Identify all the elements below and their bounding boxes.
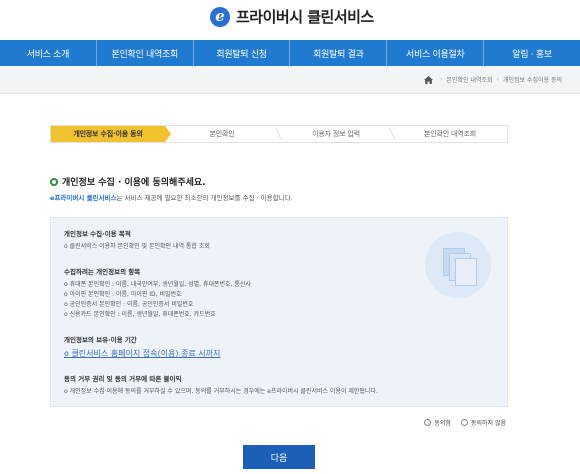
step-label: 본인확인 내역조회 <box>424 130 476 138</box>
agree-no-radio[interactable] <box>460 419 468 426</box>
breadcrumb-item-history[interactable]: 본인확인 내역조회 <box>447 75 493 84</box>
collected-item: o 아이핀 본인확인 : 이름, 아이핀 ID, 비밀번호 <box>64 291 182 298</box>
nav-item-procedure[interactable]: 서비스 이용절차 <box>387 40 485 66</box>
period-title: 개인정보의 보유·이용 기간 <box>64 336 137 344</box>
period-link[interactable]: o 클린서비스 홈페이지 접속(이용) 종료 시까지 <box>64 348 220 359</box>
nav-item-notice[interactable]: 알림 · 홍보 <box>484 40 580 66</box>
items-title: 수집하려는 개인정보의 항목 <box>64 268 141 276</box>
breadcrumb-bar: › 본인확인 내역조회 › 개인정보 수집이용 동의 <box>0 66 580 94</box>
items-section: 수집하려는 개인정보의 항목 o 휴대폰 본인확인 : 이름, 내국인여부, 생… <box>64 266 251 320</box>
agree-no-option[interactable]: 동의하지 않음 <box>460 418 506 427</box>
section-title: 개인정보 수집 · 이용에 동의해주세요. <box>50 175 206 188</box>
nav-item-history-lookup[interactable]: 본인확인 내역조회 <box>97 40 194 66</box>
agree-yes-label: 동의함 <box>434 420 451 427</box>
collected-item: o 신용카드 본인확인 : 이름, 생년월일, 휴대폰번호, 카드번호 <box>64 311 216 318</box>
collected-item: o 공인인증서 본인확인 : 이름, 공인인증서 비밀번호 <box>64 301 194 308</box>
consent-box: 개인정보 수집·이용 목적 o 클린서비스 이용자 본인확인 및 본인확인 내역… <box>50 217 508 407</box>
step-label: 본인확인 <box>209 130 235 138</box>
refusal-title: 동의 거부 권리 및 동의 거부에 따른 불이익 <box>64 375 182 383</box>
collected-item: o 휴대폰 본인확인 : 이름, 내국인여부, 생년월일, 성별, 휴대폰번호,… <box>64 281 251 288</box>
section-title-text: 개인정보 수집 · 이용에 동의해주세요. <box>62 178 206 188</box>
purpose-item: o 클린서비스 이용자 본인확인 및 본인확인 내역 통합 조회 <box>64 243 210 250</box>
breadcrumb-separator: › <box>496 76 499 83</box>
agree-yes-option[interactable]: 동의함 <box>424 418 451 427</box>
step-label: 이용자 정보 입력 <box>312 130 360 138</box>
refusal-text: o 개인정보 수집·이용에 동의를 거부하실 수 있으며, 동의를 거부하시는 … <box>64 388 378 395</box>
logo-icon: e <box>210 6 230 27</box>
nav-item-service-intro[interactable]: 서비스 소개 <box>0 40 97 66</box>
intro-brand: e프라이버시 클린서비스 <box>50 194 117 202</box>
site-title: 프라이버시 클린서비스 <box>236 8 374 26</box>
intro-body: 는 서비스 제공에 필요한 최소한의 개인정보를 수집 · 이용합니다. <box>116 194 293 202</box>
period-section: 개인정보의 보유·이용 기간 o 클린서비스 홈페이지 접속(이용) 종료 시까… <box>64 334 220 359</box>
intro-text: e프라이버시 클린서비스는 서비스 제공에 필요한 최소한의 개인정보를 수집 … <box>50 192 293 202</box>
site-logo[interactable]: e 프라이버시 클린서비스 <box>210 6 374 27</box>
document-icon <box>425 232 491 298</box>
nav-item-withdraw-result[interactable]: 회원탈퇴 결과 <box>290 40 388 66</box>
step-history: 본인확인 내역조회 <box>393 126 507 142</box>
agree-options: 동의함 동의하지 않음 <box>414 418 506 427</box>
refusal-section: 동의 거부 권리 및 동의 거부에 따른 불이익 o 개인정보 수집·이용에 동… <box>64 373 378 397</box>
bullet-icon <box>50 177 58 186</box>
breadcrumb-item-current: 개인정보 수집이용 동의 <box>502 77 562 84</box>
step-arrow-icon <box>165 126 171 142</box>
purpose-section: 개인정보 수집·이용 목적 o 클린서비스 이용자 본인확인 및 본인확인 내역… <box>64 228 210 252</box>
purpose-title: 개인정보 수집·이용 목적 <box>64 230 131 238</box>
agree-no-label: 동의하지 않음 <box>470 420 506 427</box>
step-label: 개인정보 수집·이용 동의 <box>73 130 143 138</box>
home-icon[interactable] <box>424 75 434 84</box>
next-button[interactable]: 다음 <box>243 445 315 469</box>
step-consent: 개인정보 수집·이용 동의 <box>51 126 171 142</box>
breadcrumb: › 본인확인 내역조회 › 개인정보 수집이용 동의 <box>424 75 562 84</box>
header: e 프라이버시 클린서비스 <box>0 0 580 40</box>
agree-yes-radio[interactable] <box>424 419 432 426</box>
step-verify: 본인확인 <box>165 126 279 142</box>
main-nav: 서비스 소개 본인확인 내역조회 회원탈퇴 신청 회원탈퇴 결과 서비스 이용절… <box>0 40 580 66</box>
breadcrumb-separator: › <box>440 76 443 83</box>
step-user-info: 이용자 정보 입력 <box>279 126 393 142</box>
nav-item-withdraw-request[interactable]: 회원탈퇴 신청 <box>194 40 291 66</box>
step-indicator: 개인정보 수집·이용 동의 본인확인 이용자 정보 입력 본인확인 내역조회 <box>50 125 508 143</box>
